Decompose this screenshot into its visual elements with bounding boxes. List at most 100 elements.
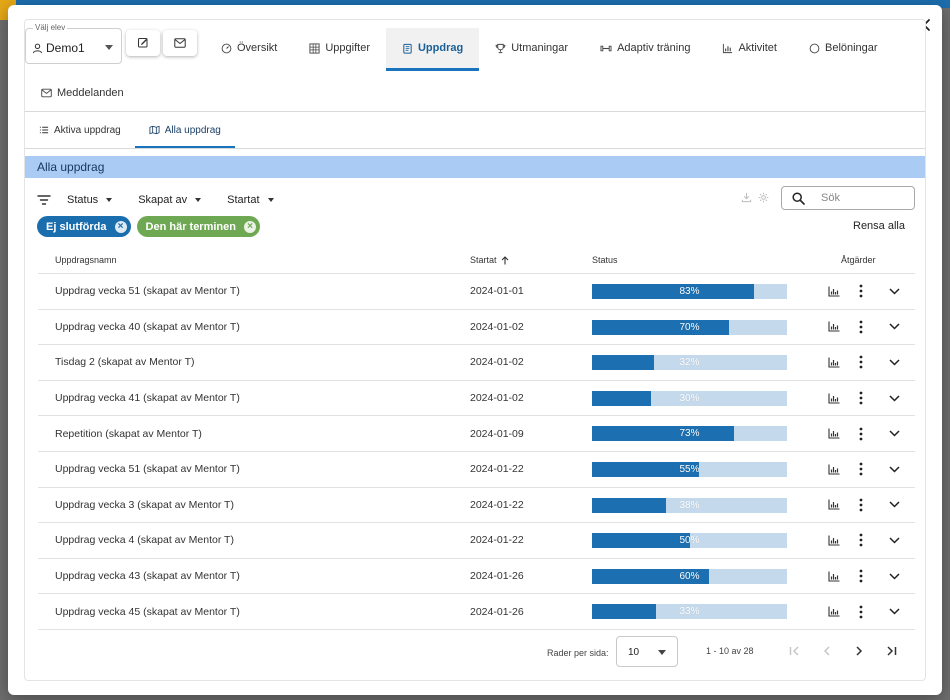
table-row[interactable]: Uppdrag vecka 45 (skapat av Mentor T) 202… (38, 594, 915, 630)
next-page-button[interactable] (851, 643, 867, 659)
table-row[interactable]: Repetition (skapat av Mentor T) 2024-01-0… (38, 416, 915, 452)
status-percent: 55% (679, 463, 700, 475)
statistics-button[interactable] (828, 345, 840, 380)
chevron-down-icon (105, 45, 113, 50)
assignment-name: Uppdrag vecka 4 (skapat av Mentor T) (55, 534, 234, 547)
expand-row-button[interactable] (889, 310, 900, 345)
divider (25, 148, 925, 149)
person-icon (32, 43, 43, 53)
status-progress-bar: 38% (592, 497, 787, 513)
tab-meddelanden[interactable]: Meddelanden (25, 76, 140, 110)
more-options-button[interactable] (859, 274, 863, 309)
status-percent: 30% (679, 392, 700, 404)
more-options-button[interactable] (859, 523, 863, 558)
statistics-button[interactable] (828, 594, 840, 629)
filter-chip-this-term[interactable]: Den här terminen × (136, 216, 260, 237)
more-vertical-icon (859, 462, 863, 476)
chip-remove-icon[interactable]: × (114, 220, 127, 233)
student-select[interactable]: Välj elev Demo1 (25, 23, 122, 64)
page-range: 1 - 10 av 28 (706, 646, 754, 656)
table-header: Uppdragsnamn Startat Status Åtgärder (38, 246, 915, 274)
previous-page-button[interactable] (819, 643, 835, 659)
section-title: Alla uppdrag (37, 160, 105, 174)
bar-chart-icon (828, 286, 840, 297)
last-page-button[interactable] (883, 643, 899, 659)
expand-row-button[interactable] (889, 381, 900, 416)
status-filter-label: Status (67, 194, 99, 206)
chevron-down-icon (889, 288, 900, 295)
first-page-button[interactable] (787, 643, 803, 659)
table-row[interactable]: Uppdrag vecka 41 (skapat av Mentor T) 202… (38, 381, 915, 417)
subtab-alla-uppdrag[interactable]: Alla uppdrag (134, 112, 236, 148)
settings-icon[interactable] (758, 192, 769, 203)
expand-row-button[interactable] (889, 452, 900, 487)
table-row[interactable]: Uppdrag vecka 51 (skapat av Mentor T) 202… (38, 274, 915, 310)
more-options-button[interactable] (859, 488, 863, 523)
chip-remove-icon[interactable]: × (243, 220, 256, 233)
more-vertical-icon (859, 391, 863, 405)
assignment-name: Uppdrag vecka 51 (skapat av Mentor T) (55, 463, 240, 476)
bar-chart-icon (828, 428, 840, 439)
search-input[interactable] (819, 191, 899, 205)
column-header-started[interactable]: Startat (470, 255, 509, 265)
tab-adaptiv-traning[interactable]: Adaptiv träning (584, 28, 706, 68)
more-options-button[interactable] (859, 381, 863, 416)
table-row[interactable]: Uppdrag vecka 4 (skapat av Mentor T) 2024… (38, 523, 915, 559)
more-options-button[interactable] (859, 559, 863, 594)
tab-oversikt[interactable]: Översikt (205, 28, 293, 68)
tab-aktivitet[interactable]: Aktivitet (706, 28, 793, 68)
tab-uppdrag[interactable]: Uppdrag (385, 28, 480, 71)
expand-row-button[interactable] (889, 345, 900, 380)
start-date: 2024-01-09 (470, 427, 524, 440)
statistics-button[interactable] (828, 381, 840, 416)
status-progress-bar: 30% (592, 390, 787, 406)
start-date: 2024-01-22 (470, 498, 524, 511)
expand-row-button[interactable] (889, 488, 900, 523)
table-row[interactable]: Uppdrag vecka 40 (skapat av Mentor T) 202… (38, 310, 915, 346)
rows-per-page-select[interactable]: 10 (616, 636, 678, 667)
statistics-button[interactable] (828, 416, 840, 451)
expand-row-button[interactable] (889, 559, 900, 594)
statistics-button[interactable] (828, 523, 840, 558)
table-row[interactable]: Uppdrag vecka 3 (skapat av Mentor T) 2024… (38, 488, 915, 524)
table-row[interactable]: Tisdag 2 (skapat av Mentor T) 2024-01-02 3… (38, 345, 915, 381)
more-options-button[interactable] (859, 416, 863, 451)
more-options-button[interactable] (859, 452, 863, 487)
tab-utmaningar[interactable]: Utmaningar (479, 28, 584, 68)
mail-icon (41, 88, 52, 98)
status-progress-bar: 83% (592, 284, 787, 299)
expand-row-button[interactable] (889, 274, 900, 309)
expand-row-button[interactable] (889, 416, 900, 451)
table-row[interactable]: Uppdrag vecka 43 (skapat av Mentor T) 202… (38, 559, 915, 595)
tab-uppgifter[interactable]: Uppgifter (293, 28, 386, 68)
started-filter[interactable]: Startat (227, 194, 274, 206)
statistics-button[interactable] (828, 488, 840, 523)
filter-chip-not-completed[interactable]: Ej slutförda × (37, 216, 131, 237)
tab-label: Belöningar (824, 42, 878, 54)
subtab-aktiva-uppdrag[interactable]: Aktiva uppdrag (25, 112, 135, 148)
more-options-button[interactable] (859, 310, 863, 345)
column-header-name[interactable]: Uppdragsnamn (55, 255, 117, 265)
grid-icon (309, 42, 320, 54)
tab-beloningar[interactable]: Belöningar (793, 28, 894, 68)
statistics-button[interactable] (828, 452, 840, 487)
status-filter[interactable]: Status (67, 194, 113, 206)
edit-button[interactable] (126, 30, 160, 56)
filter-button[interactable] (37, 195, 51, 205)
download-icon[interactable] (741, 192, 752, 203)
clear-all-button[interactable]: Rensa alla (853, 220, 905, 232)
chip-label: Ej slutförda (46, 220, 107, 233)
statistics-button[interactable] (828, 559, 840, 594)
more-vertical-icon (859, 569, 863, 583)
more-options-button[interactable] (859, 594, 863, 629)
message-button[interactable] (163, 30, 197, 56)
start-date: 2024-01-26 (470, 570, 524, 583)
tab-label: Uppgifter (325, 42, 370, 54)
statistics-button[interactable] (828, 274, 840, 309)
created-by-filter[interactable]: Skapat av (138, 194, 202, 206)
expand-row-button[interactable] (889, 523, 900, 558)
expand-row-button[interactable] (889, 594, 900, 629)
more-options-button[interactable] (859, 345, 863, 380)
statistics-button[interactable] (828, 310, 840, 345)
table-row[interactable]: Uppdrag vecka 51 (skapat av Mentor T) 202… (38, 452, 915, 488)
